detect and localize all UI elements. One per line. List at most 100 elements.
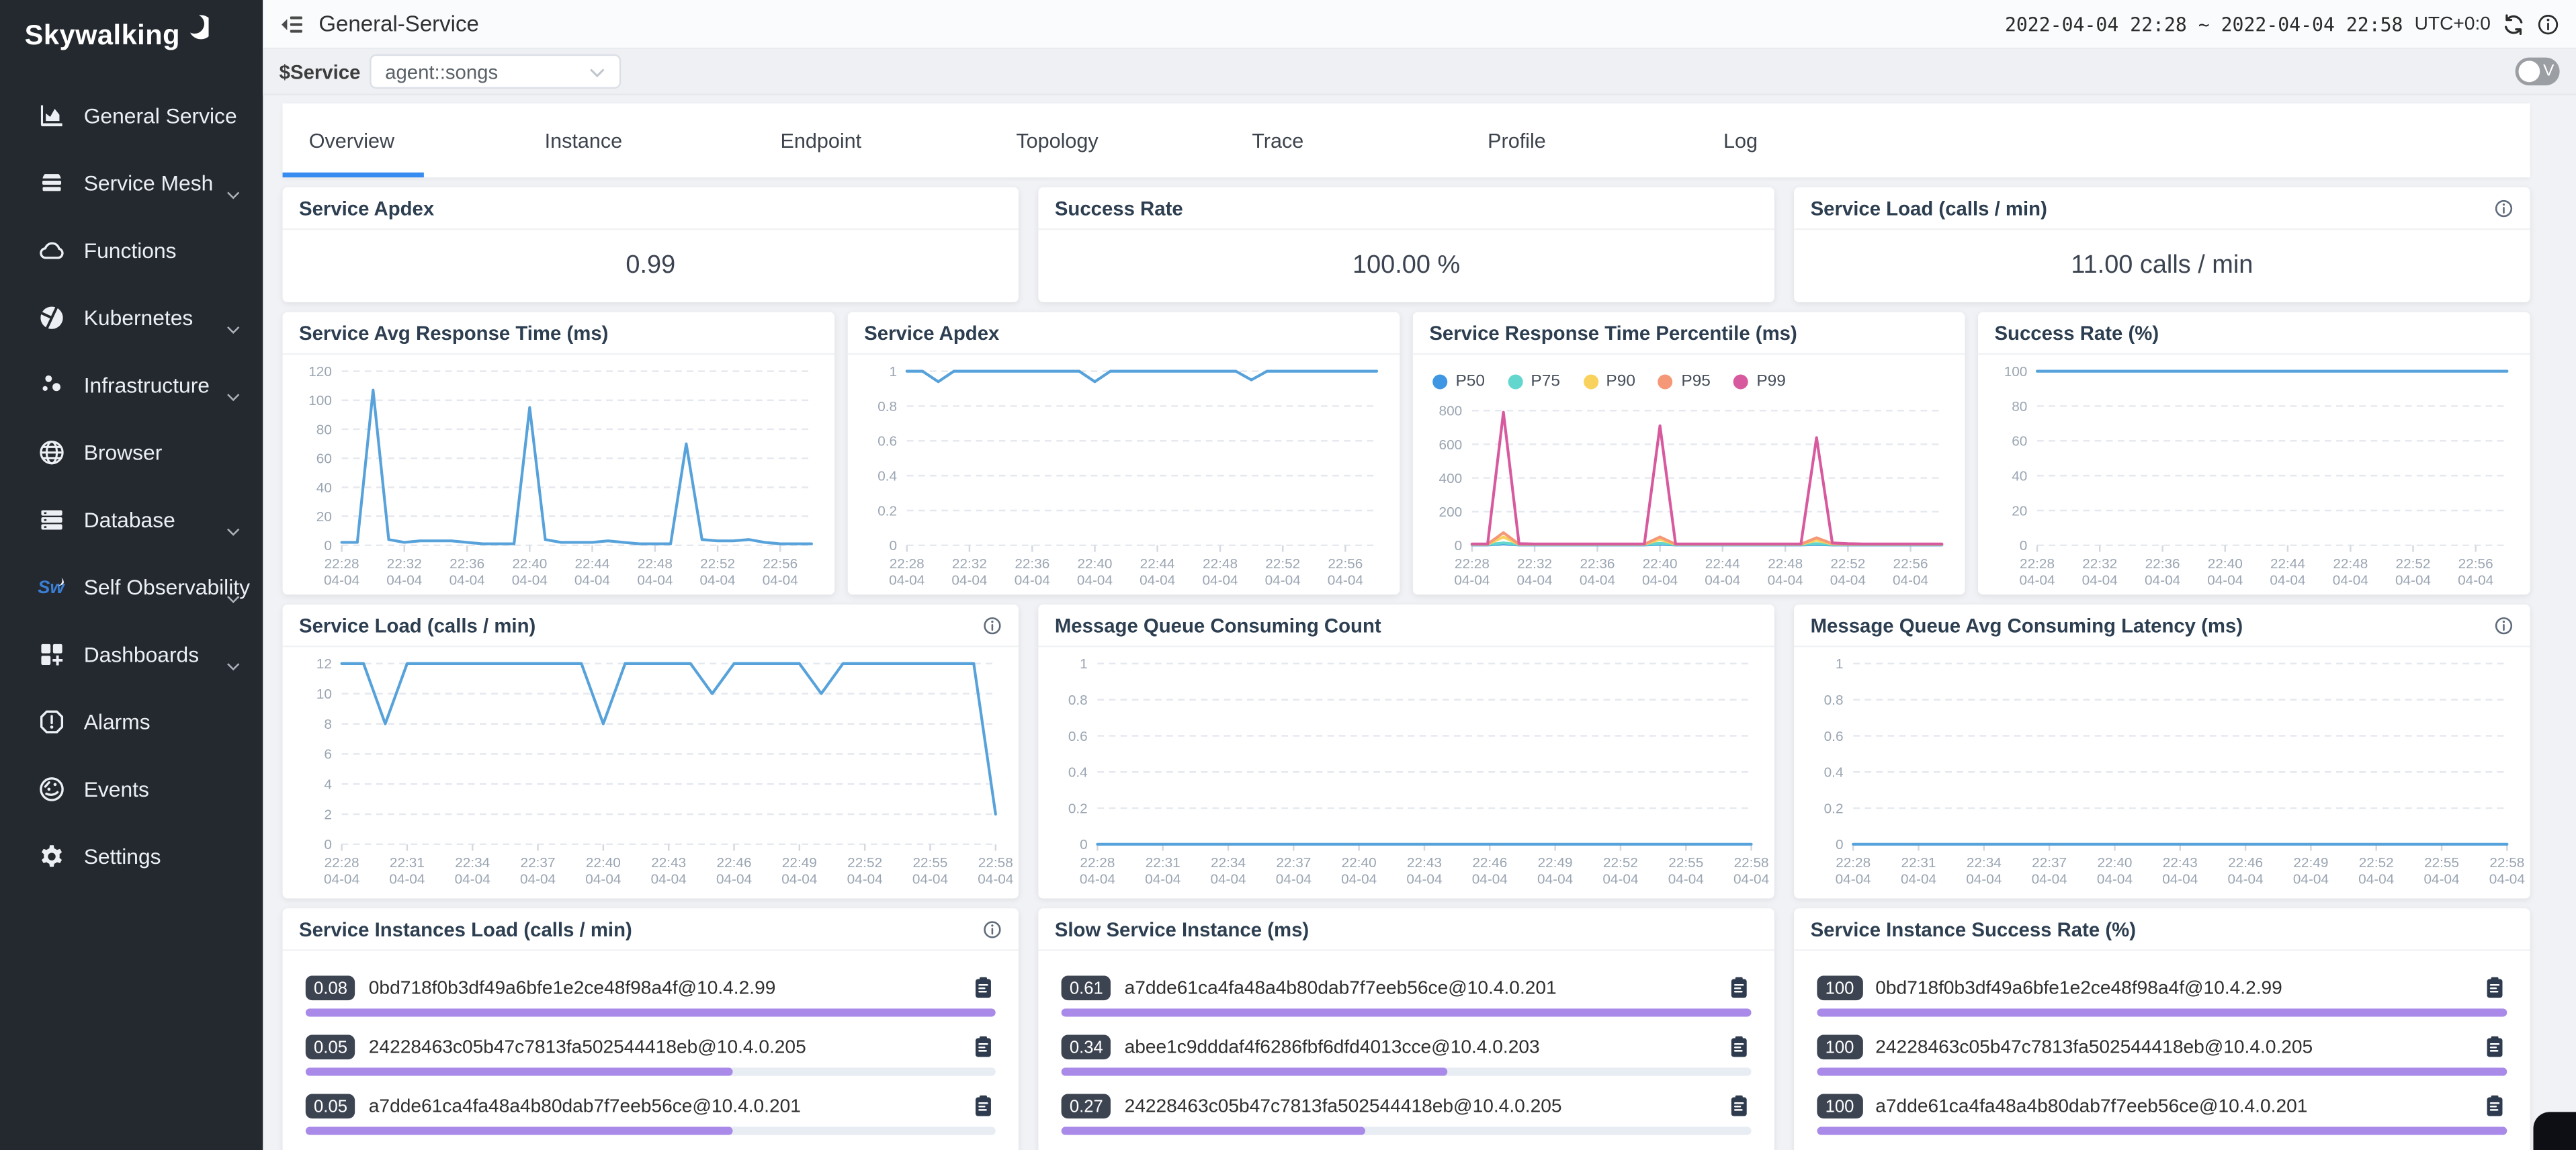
svg-text:22:58: 22:58	[2489, 855, 2524, 871]
svg-text:04-04: 04-04	[455, 872, 490, 887]
apdex-chart: 00.20.40.60.8122:2804-0422:3204-0422:360…	[848, 355, 1400, 594]
legend-dot-icon	[1432, 373, 1447, 388]
list-item[interactable]: 0.0524228463c05b47c7813fa502544418eb@10.…	[306, 1033, 996, 1076]
tab-endpoint[interactable]: Endpoint	[754, 103, 990, 177]
tab-log[interactable]: Log	[1697, 103, 1933, 177]
svg-text:04-04: 04-04	[1580, 572, 1615, 588]
tab-topology[interactable]: Topology	[990, 103, 1226, 177]
svg-text:04-04: 04-04	[763, 572, 798, 588]
sidebar-item-self-observability[interactable]: SwSelf Observability	[0, 554, 263, 621]
list-item[interactable]: 100 24228463c05b47c7813fa502544418eb@10.4…	[1817, 1033, 2507, 1076]
card-service-apdex-value: Service Apdex 0.99	[283, 187, 1019, 302]
card-avg-response-time: Service Avg Response Time (ms) 020406080…	[283, 312, 835, 595]
topbar: General-Service 2022-04-04 22:28 ~ 2022-…	[263, 0, 2576, 49]
collapse-sidebar-icon[interactable]	[280, 11, 306, 37]
list-item[interactable]: 0.2724228463c05b47c7813fa502544418eb@10.…	[1062, 1092, 1752, 1135]
mq-count-chart: 00.20.40.60.8122:2804-0422:3104-0422:340…	[1038, 647, 1774, 893]
copy-icon[interactable]	[2483, 1094, 2507, 1119]
sidebar-item-general-service[interactable]: General Service	[0, 82, 263, 149]
progress-track	[1817, 1126, 2507, 1135]
svg-text:22:52: 22:52	[2396, 556, 2431, 572]
slow-instance-list: 0.61a7dde61ca4fa48a4b80dab7f7eeb56ce@10.…	[1038, 951, 1774, 1150]
corner-floating-button[interactable]	[2533, 1111, 2576, 1150]
version-toggle[interactable]: V	[2516, 58, 2560, 86]
copy-icon[interactable]	[971, 1034, 996, 1059]
svg-text:0: 0	[2020, 538, 2028, 554]
sidebar-item-kubernetes[interactable]: Kubernetes	[0, 284, 263, 351]
value-badge: 0.61	[1062, 975, 1111, 1000]
svg-text:22:40: 22:40	[1643, 556, 1678, 572]
value-badge: 100	[1817, 1034, 1862, 1059]
list-item[interactable]: 1000bd718f0b3df49a6bfe1e2ce48f98a4f@10.4…	[1817, 974, 2507, 1017]
app-logo[interactable]: Skywalking	[0, 0, 263, 69]
legend-item-p50[interactable]: P50	[1432, 372, 1485, 390]
card-title: Service Apdex	[864, 321, 999, 344]
card-title: Slow Service Instance (ms)	[1055, 918, 1309, 940]
svg-text:04-04: 04-04	[2489, 872, 2525, 887]
sidebar-item-database[interactable]: Database	[0, 486, 263, 554]
svg-text:04-04: 04-04	[324, 572, 359, 588]
copy-icon[interactable]	[2483, 1034, 2507, 1059]
legend-item-p99[interactable]: P99	[1733, 372, 1786, 390]
svg-text:0: 0	[890, 538, 898, 554]
svg-text:04-04: 04-04	[2458, 572, 2493, 588]
svg-text:04-04: 04-04	[449, 572, 485, 588]
svg-text:1: 1	[1080, 656, 1088, 672]
svg-text:04-04: 04-04	[1642, 572, 1678, 588]
svg-text:04-04: 04-04	[1537, 872, 1573, 887]
percentile-legend: P50 P75 P90 P95 P99	[1413, 355, 1965, 394]
svg-text:22:37: 22:37	[1276, 855, 1311, 871]
time-range-picker[interactable]: 2022-04-04 22:28 ~ 2022-04-04 22:58	[2005, 12, 2403, 35]
tab-overview[interactable]: Overview	[283, 103, 519, 177]
sidebar-item-functions[interactable]: Functions	[0, 217, 263, 284]
copy-icon[interactable]	[971, 1094, 996, 1119]
sidebar-item-dashboards[interactable]: Dashboards	[0, 621, 263, 688]
svg-text:0.6: 0.6	[1068, 729, 1088, 744]
svg-text:04-04: 04-04	[2032, 872, 2067, 887]
info-icon[interactable]	[2536, 12, 2559, 35]
list-item[interactable]: 0.34abee1c9dddaf4f6286fbf6dfd4013cce@10.…	[1062, 1033, 1752, 1076]
copy-icon[interactable]	[971, 975, 996, 1000]
list-item[interactable]: 0.61a7dde61ca4fa48a4b80dab7f7eeb56ce@10.…	[1062, 974, 1752, 1017]
copy-icon[interactable]	[1727, 1034, 1752, 1059]
info-icon[interactable]	[2494, 615, 2514, 635]
value-badge: 0.05	[306, 1034, 355, 1059]
lists-row: Service Instances Load (calls / min) 0.0…	[283, 908, 2530, 1150]
info-icon[interactable]	[2494, 198, 2514, 218]
sidebar-item-service-mesh[interactable]: Service Mesh	[0, 150, 263, 217]
sidebar-item-events[interactable]: Events	[0, 756, 263, 823]
svg-text:04-04: 04-04	[2270, 572, 2305, 588]
svg-text:40: 40	[2012, 468, 2027, 484]
list-item[interactable]: 0.05a7dde61ca4fa48a4b80dab7f7eeb56ce@10.…	[306, 1092, 996, 1135]
info-icon[interactable]	[982, 919, 1002, 938]
svg-text:22:52: 22:52	[847, 855, 882, 871]
sidebar-item-settings[interactable]: Settings	[0, 823, 263, 890]
svg-text:04-04: 04-04	[1341, 872, 1377, 887]
svg-text:04-04: 04-04	[1210, 872, 1246, 887]
info-icon[interactable]	[982, 615, 1002, 635]
copy-icon[interactable]	[2483, 975, 2507, 1000]
service-select[interactable]: agent::songs	[370, 54, 621, 89]
sidebar-item-browser[interactable]: Browser	[0, 419, 263, 486]
svg-text:22:31: 22:31	[1901, 855, 1936, 871]
legend-item-p95[interactable]: P95	[1658, 372, 1711, 390]
mesh-icon	[38, 169, 66, 197]
card-service-load-chart: Service Load (calls / min) 02468101222:2…	[283, 605, 1019, 899]
refresh-icon[interactable]	[2502, 12, 2525, 35]
tab-instance[interactable]: Instance	[518, 103, 754, 177]
svg-text:12: 12	[316, 656, 332, 672]
tab-trace[interactable]: Trace	[1226, 103, 1461, 177]
sidebar-item-alarms[interactable]: Alarms	[0, 689, 263, 756]
legend-item-p90[interactable]: P90	[1583, 372, 1635, 390]
list-item[interactable]: 100a7dde61ca4fa48a4b80dab7f7eeb56ce@10.4…	[1817, 1092, 2507, 1135]
sidebar-item-infrastructure[interactable]: Infrastructure	[0, 351, 263, 418]
instance-name: 24228463c05b47c7813fa502544418eb@10.4.0.…	[1875, 1037, 2482, 1057]
copy-icon[interactable]	[1727, 975, 1752, 1000]
tab-profile[interactable]: Profile	[1461, 103, 1697, 177]
copy-icon[interactable]	[1727, 1094, 1752, 1119]
svg-text:1: 1	[1836, 656, 1844, 672]
topbar-right: 2022-04-04 22:28 ~ 2022-04-04 22:58 UTC+…	[2005, 12, 2560, 35]
list-item[interactable]: 0.080bd718f0b3df49a6bfe1e2ce48f98a4f@10.…	[306, 974, 996, 1017]
legend-item-p75[interactable]: P75	[1508, 372, 1560, 390]
svg-text:04-04: 04-04	[574, 572, 610, 588]
